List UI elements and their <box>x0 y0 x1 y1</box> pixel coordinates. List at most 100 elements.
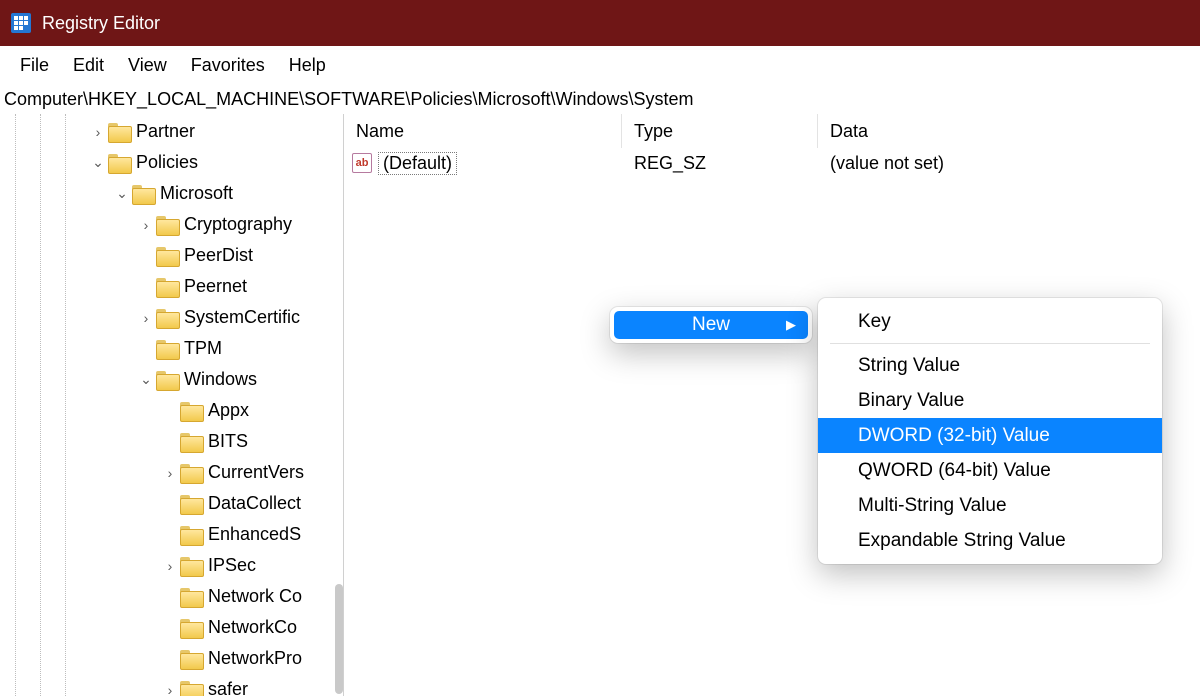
address-bar[interactable]: Computer\HKEY_LOCAL_MACHINE\SOFTWARE\Pol… <box>0 84 1200 114</box>
regedit-icon <box>10 12 32 34</box>
folder-icon <box>180 433 202 451</box>
col-data[interactable]: Data <box>818 114 1200 148</box>
chevron-right-icon[interactable]: › <box>162 465 178 481</box>
chevron-right-icon[interactable]: › <box>138 310 154 326</box>
folder-icon <box>132 185 154 203</box>
tree-label: Microsoft <box>158 183 233 204</box>
menubar: File Edit View Favorites Help <box>0 46 1200 84</box>
tree-label: Partner <box>134 121 195 142</box>
address-text: Computer\HKEY_LOCAL_MACHINE\SOFTWARE\Pol… <box>4 89 694 110</box>
menu-edit[interactable]: Edit <box>61 51 116 80</box>
menu-favorites[interactable]: Favorites <box>179 51 277 80</box>
folder-icon <box>180 464 202 482</box>
tree-item-partner[interactable]: › Partner <box>0 116 343 147</box>
folder-icon <box>180 495 202 513</box>
tree-label: Windows <box>182 369 257 390</box>
chevron-right-icon[interactable]: › <box>138 217 154 233</box>
folder-icon <box>156 278 178 296</box>
folder-icon <box>180 557 202 575</box>
tree-item-ipsec[interactable]: › IPSec <box>0 550 343 581</box>
tree-label: Peernet <box>182 276 247 297</box>
menu-item-label: Key <box>858 311 891 333</box>
tree-item-networkprovider[interactable]: NetworkPro <box>0 643 343 674</box>
folder-icon <box>156 309 178 327</box>
tree-label: NetworkPro <box>206 648 302 669</box>
tree-item-systemcertificates[interactable]: › SystemCertific <box>0 302 343 333</box>
tree-item-network-connections[interactable]: Network Co <box>0 581 343 612</box>
menu-file[interactable]: File <box>8 51 61 80</box>
tree-item-peerdist[interactable]: PeerDist <box>0 240 343 271</box>
folder-icon <box>180 650 202 668</box>
menu-item-label: Multi-String Value <box>858 495 1007 517</box>
menu-item-multistring-value[interactable]: Multi-String Value <box>818 488 1162 523</box>
tree-label: BITS <box>206 431 248 452</box>
tree-label: Network Co <box>206 586 302 607</box>
menu-item-expandablestring-value[interactable]: Expandable String Value <box>818 523 1162 558</box>
titlebar: Registry Editor <box>0 0 1200 46</box>
tree-item-windows[interactable]: ⌄ Windows <box>0 364 343 395</box>
tree-item-enhancedstorage[interactable]: EnhancedS <box>0 519 343 550</box>
chevron-right-icon[interactable]: › <box>162 558 178 574</box>
tree-item-currentversion[interactable]: › CurrentVers <box>0 457 343 488</box>
window-title: Registry Editor <box>42 13 160 34</box>
tree-label: CurrentVers <box>206 462 304 483</box>
tree-item-datacollection[interactable]: DataCollect <box>0 488 343 519</box>
tree-item-bits[interactable]: BITS <box>0 426 343 457</box>
tree-label: DataCollect <box>206 493 301 514</box>
menu-item-qword-value[interactable]: QWORD (64-bit) Value <box>818 453 1162 488</box>
folder-icon <box>156 340 178 358</box>
menu-item-label: QWORD (64-bit) Value <box>858 460 1051 482</box>
tree-item-networkconnectivity[interactable]: NetworkCo <box>0 612 343 643</box>
tree-label: Appx <box>206 400 249 421</box>
list-row[interactable]: ab (Default) REG_SZ (value not set) <box>344 148 1200 178</box>
tree-label: SystemCertific <box>182 307 300 328</box>
tree-label: NetworkCo <box>206 617 297 638</box>
tree-label: PeerDist <box>182 245 253 266</box>
tree-item-peernet[interactable]: Peernet <box>0 271 343 302</box>
folder-icon <box>108 154 130 172</box>
menu-item-label: Expandable String Value <box>858 530 1066 552</box>
menu-view[interactable]: View <box>116 51 179 80</box>
context-menu-primary: New ▶ <box>610 307 812 343</box>
tree-item-cryptography[interactable]: › Cryptography <box>0 209 343 240</box>
menu-item-binary-value[interactable]: Binary Value <box>818 383 1162 418</box>
folder-icon <box>108 123 130 141</box>
menu-item-new[interactable]: New ▶ <box>614 311 808 339</box>
folder-icon <box>156 247 178 265</box>
chevron-right-icon[interactable]: › <box>90 124 106 140</box>
chevron-down-icon[interactable]: ⌄ <box>90 154 106 171</box>
list-header: Name Type Data <box>344 114 1200 148</box>
tree-pane[interactable]: › Partner ⌄ Policies ⌄ Microsoft › Crypt… <box>0 114 344 696</box>
folder-icon <box>180 619 202 637</box>
context-submenu-new: Key String Value Binary Value DWORD (32-… <box>818 298 1162 564</box>
tree-label: TPM <box>182 338 222 359</box>
chevron-right-icon[interactable]: › <box>162 682 178 696</box>
menu-item-label: DWORD (32-bit) Value <box>858 425 1050 447</box>
menu-help[interactable]: Help <box>277 51 338 80</box>
tree-item-appx[interactable]: Appx <box>0 395 343 426</box>
menu-item-string-value[interactable]: String Value <box>818 348 1162 383</box>
tree-label: Cryptography <box>182 214 292 235</box>
tree-item-policies[interactable]: ⌄ Policies <box>0 147 343 178</box>
col-type[interactable]: Type <box>622 114 818 148</box>
tree-item-safer[interactable]: › safer <box>0 674 343 696</box>
tree-item-tpm[interactable]: TPM <box>0 333 343 364</box>
folder-icon <box>180 681 202 696</box>
string-value-icon: ab <box>352 153 372 173</box>
menu-item-dword-value[interactable]: DWORD (32-bit) Value <box>818 418 1162 453</box>
col-name[interactable]: Name <box>344 114 622 148</box>
menu-item-key[interactable]: Key <box>818 304 1162 339</box>
folder-icon <box>180 402 202 420</box>
value-name: (Default) <box>378 152 457 175</box>
chevron-down-icon[interactable]: ⌄ <box>138 371 154 388</box>
folder-icon <box>156 216 178 234</box>
menu-separator <box>830 343 1150 344</box>
folder-icon <box>180 588 202 606</box>
tree-item-microsoft[interactable]: ⌄ Microsoft <box>0 178 343 209</box>
chevron-down-icon[interactable]: ⌄ <box>114 185 130 202</box>
tree-label: Policies <box>134 152 198 173</box>
submenu-arrow-icon: ▶ <box>786 317 796 333</box>
value-type: REG_SZ <box>622 153 818 174</box>
folder-icon <box>180 526 202 544</box>
tree-label: IPSec <box>206 555 256 576</box>
